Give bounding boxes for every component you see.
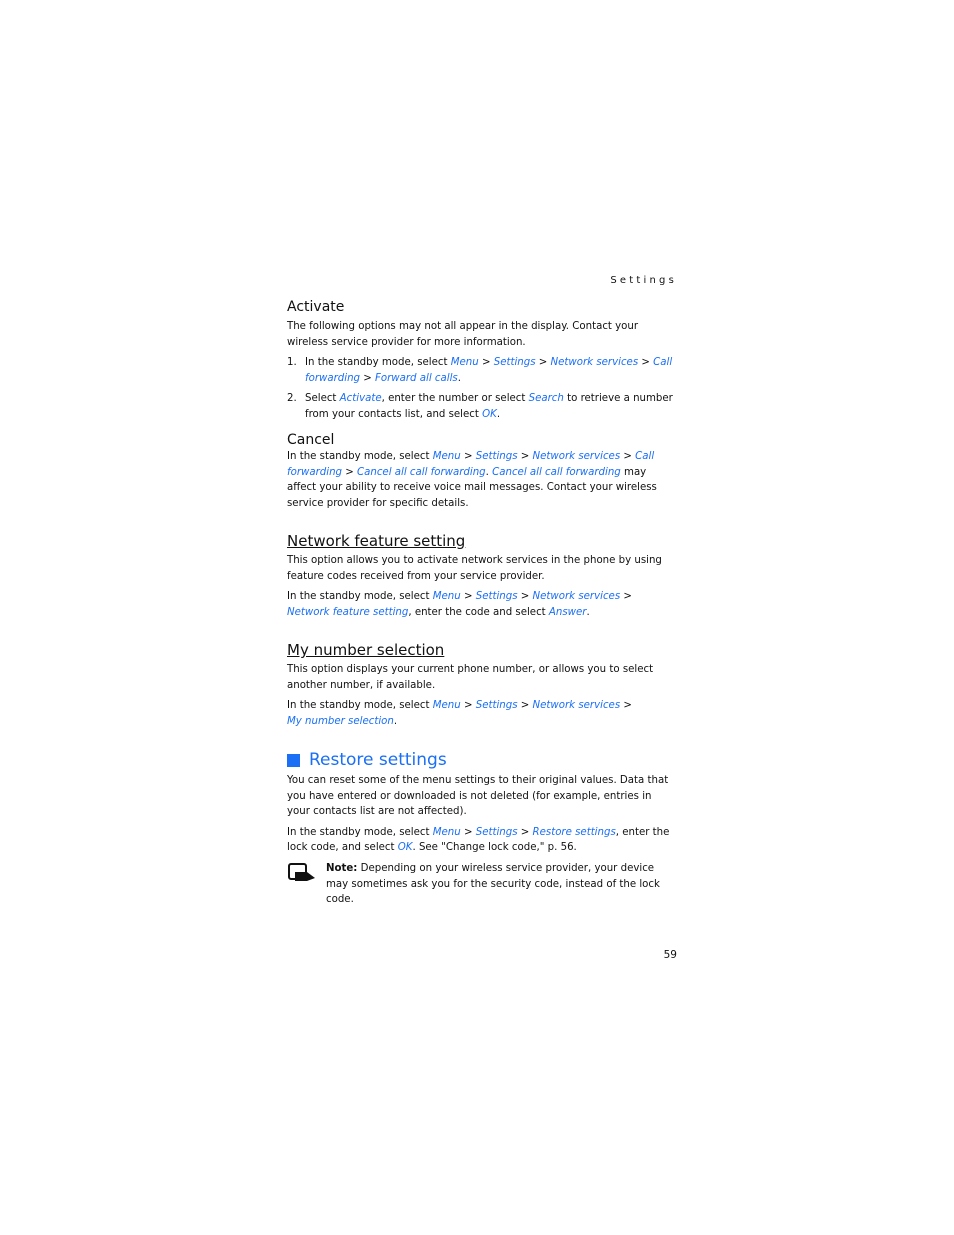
section-my-number-selection: My number selection This option displays… [287,640,677,729]
activate-link[interactable]: Activate [340,393,382,404]
my-number-intro: This option displays your current phone … [287,664,654,691]
menu-link[interactable]: Menu [433,827,461,838]
activate-steps: 1. In the standby mode, select Menu > Se… [287,355,677,422]
cancel-text: In the standby mode, select Menu > Setti… [287,451,657,509]
section-activate: Activate The following options may not a… [287,298,677,423]
heading-cancel: Cancel [287,432,335,448]
network-services-link[interactable]: Network services [533,451,621,462]
note-label: Note: [326,862,358,874]
menu-link[interactable]: Menu [451,357,479,368]
section-cancel: Cancel In the standby mode, select Menu … [287,431,677,511]
note-box: Note: Depending on your wireless service… [287,861,677,908]
answer-link[interactable]: Answer [549,607,587,618]
menu-link[interactable]: Menu [433,451,461,462]
ok-link[interactable]: OK [398,842,413,853]
network-services-link[interactable]: Network services [533,700,621,711]
my-number-instructions: In the standby mode, select Menu > Setti… [287,700,632,727]
settings-link[interactable]: Settings [476,700,518,711]
restore-instructions: In the standby mode, select Menu > Setti… [287,826,670,854]
settings-link[interactable]: Settings [494,357,536,368]
cancel-all-call-forwarding-link[interactable]: Cancel all call forwarding [357,467,486,478]
network-services-link[interactable]: Network services [533,591,621,602]
my-number-selection-link[interactable]: My number selection [287,716,394,727]
heading-network-feature-setting: Network feature setting [287,532,466,550]
step-item: 2. Select Activate, enter the number or … [287,393,673,420]
menu-link[interactable]: Menu [433,591,461,602]
page-number: 59 [663,949,677,961]
note-text: Note: Depending on your wireless service… [326,862,660,906]
settings-link[interactable]: Settings [476,591,518,602]
section-marker-icon [287,753,300,767]
ok-link[interactable]: OK [482,409,497,420]
network-feature-intro: This option allows you to activate netwo… [287,555,662,582]
search-link[interactable]: Search [529,393,564,404]
heading-my-number-selection: My number selection [287,641,445,659]
heading-restore-settings: Restore settings [287,749,677,771]
forward-all-calls-link[interactable]: Forward all calls [375,373,458,384]
menu-link[interactable]: Menu [433,700,461,711]
network-services-link[interactable]: Network services [551,357,639,368]
step-item: 1. In the standby mode, select Menu > Se… [287,357,673,384]
section-network-feature-setting: Network feature setting This option allo… [287,531,677,620]
network-feature-instructions: In the standby mode, select Menu > Setti… [287,591,632,618]
restore-intro: You can reset some of the menu settings … [287,775,669,818]
restore-settings-link[interactable]: Restore settings [533,827,616,838]
network-feature-setting-link[interactable]: Network feature setting [287,607,408,618]
note-hand-icon [288,862,315,881]
settings-link[interactable]: Settings [476,827,518,838]
section-restore-settings: Restore settings You can reset some of t… [287,749,677,908]
cancel-all-call-forwarding-link-2[interactable]: Cancel all call forwarding [492,467,621,478]
settings-link[interactable]: Settings [476,451,518,462]
heading-activate: Activate [287,299,345,315]
activate-intro: The following options may not all appear… [287,321,639,348]
running-header: Settings [610,275,677,286]
